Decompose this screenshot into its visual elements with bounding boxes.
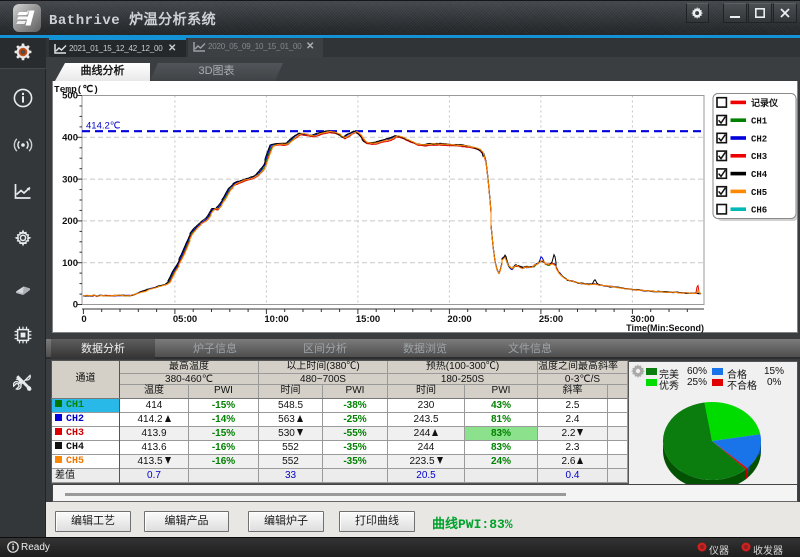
svg-text:Temp(℃): Temp(℃): [54, 84, 99, 95]
svg-text:25:00: 25:00: [539, 314, 563, 325]
svg-text:记录仪: 记录仪: [751, 97, 779, 109]
svg-text:300: 300: [62, 174, 78, 185]
svg-text:400: 400: [62, 133, 78, 144]
svg-text:CH3: CH3: [751, 152, 767, 162]
svg-text:CH5: CH5: [751, 188, 767, 198]
svg-text:10:00: 10:00: [264, 314, 288, 325]
svg-text:CH1: CH1: [751, 117, 768, 127]
svg-text:Time(Min:Second): Time(Min:Second): [626, 323, 704, 333]
svg-text:05:00: 05:00: [173, 314, 197, 325]
svg-text:20:00: 20:00: [447, 314, 471, 325]
svg-text:0: 0: [73, 300, 78, 311]
svg-text:100: 100: [62, 258, 78, 269]
svg-text:CH6: CH6: [751, 206, 767, 216]
svg-text:15:00: 15:00: [356, 314, 380, 325]
svg-text:0: 0: [81, 314, 86, 325]
svg-text:CH2: CH2: [751, 134, 767, 144]
svg-text:CH4: CH4: [751, 170, 768, 180]
svg-text:414.2℃: 414.2℃: [86, 121, 121, 132]
svg-text:200: 200: [62, 216, 78, 227]
